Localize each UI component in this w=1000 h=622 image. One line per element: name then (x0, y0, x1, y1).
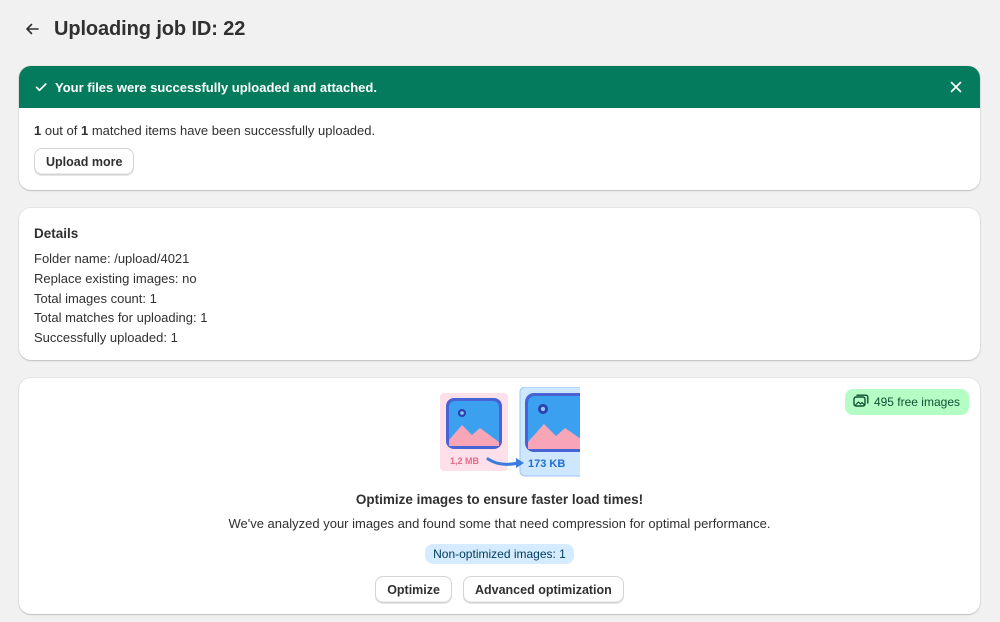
close-icon[interactable] (946, 77, 966, 97)
summary-out-of-text: out of (41, 123, 81, 138)
details-card: Details Folder name: /upload/4021 Replac… (19, 208, 980, 360)
page-title: Uploading job ID: 22 (54, 17, 246, 40)
summary-suffix-text: matched items have been successfully upl… (88, 123, 376, 138)
optimize-title: Optimize images to ensure faster load ti… (355, 492, 644, 507)
detail-replace-existing: Replace existing images: no (34, 270, 197, 286)
upload-more-button[interactable]: Upload more (34, 148, 135, 175)
upload-summary: 1 out of 1 matched items have been succe… (34, 123, 965, 139)
back-arrow-icon[interactable] (22, 19, 42, 39)
success-banner-text: Your files were successfully uploaded an… (55, 79, 377, 95)
optimize-button[interactable]: Optimize (375, 576, 452, 603)
detail-folder-name: Folder name: /upload/4021 (34, 251, 190, 266)
upload-success-card: Your files were successfully uploaded an… (19, 66, 980, 190)
checkmark-icon (34, 79, 50, 95)
advanced-optimization-button[interactable]: Advanced optimization (462, 576, 624, 603)
free-images-text: 495 free images (873, 395, 960, 409)
optimize-description: We've analyzed your images and found som… (228, 516, 771, 531)
detail-total-images: Total images count: 1 (34, 290, 157, 306)
success-banner: Your files were successfully uploaded an… (19, 66, 980, 108)
optimize-card: 495 free images 1,2 MB 173 KB Optimize i… (19, 378, 980, 614)
free-images-badge: 495 free images (844, 389, 969, 415)
size-after-label: 173 KB (528, 458, 565, 470)
detail-successfully-uploaded: Successfully uploaded: 1 (34, 330, 178, 346)
non-optimized-badge: Non-optimized images: 1 (425, 544, 574, 564)
images-stack-icon (853, 394, 869, 411)
compression-illustration: 1,2 MB 173 KB (440, 387, 580, 477)
details-title: Details (34, 226, 79, 241)
detail-total-matches: Total matches for uploading: 1 (34, 310, 208, 326)
page-header: Uploading job ID: 22 (22, 16, 245, 42)
size-before-label: 1,2 MB (450, 456, 480, 466)
